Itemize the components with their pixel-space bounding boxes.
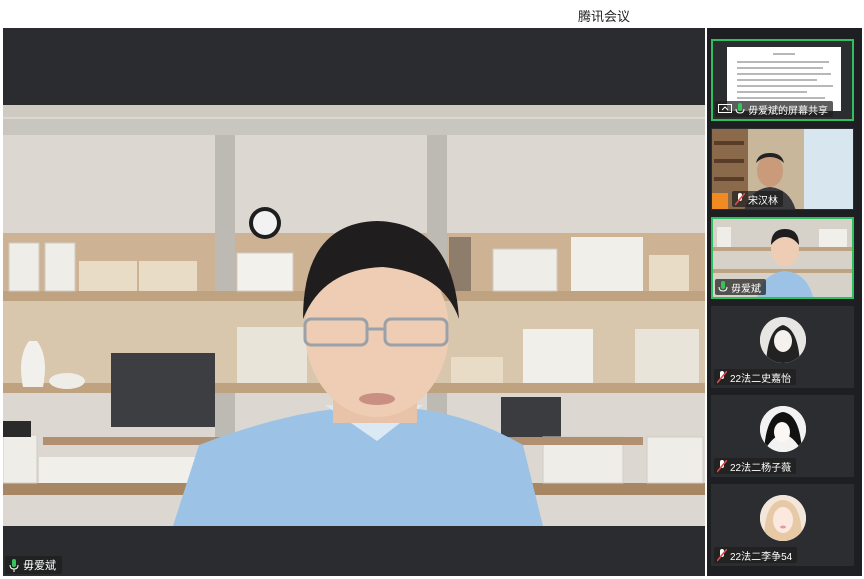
avatar [759,406,806,452]
main-video-stage[interactable]: 毋爱斌 [3,28,705,576]
participant-tile-video[interactable]: 宋汉林 [711,128,854,210]
microphone-muted-icon [735,192,745,206]
participant-sidebar[interactable]: 毋爱斌的屏幕共享 宋汉林 毋爱斌 22法二史嘉怡 22法二杨子薇 22法二李争5… [707,28,862,576]
microphone-muted-icon [717,459,727,473]
avatar [759,495,806,541]
app-title: 腾讯会议 [578,9,631,24]
participant-label: 22法二杨子薇 [714,458,797,474]
speaker-name-label: 毋爱斌 [5,556,62,574]
screen-share-icon [718,104,732,113]
title-bar: 腾讯会议 [0,0,864,28]
microphone-muted-icon [717,370,727,384]
participant-name: 22法二杨子薇 [730,462,792,474]
participant-label: 毋爱斌的屏幕共享 [715,101,833,117]
participant-label: 宋汉林 [732,191,783,207]
microphone-icon [9,558,19,572]
speaker-video [3,105,705,526]
microphone-icon [735,102,745,114]
participant-name: 毋爱斌 [731,283,761,295]
participant-label: 22法二史嘉怡 [714,369,797,385]
participant-name: 22法二李争54 [730,551,793,563]
microphone-icon [718,280,728,292]
participant-tile-video[interactable]: 毋爱斌 [711,217,854,299]
user-icon [712,193,728,209]
participant-tile-avatar[interactable]: 22法二史嘉怡 [711,306,854,388]
microphone-muted-icon [717,548,727,562]
participant-tile-avatar[interactable]: 22法二杨子薇 [711,395,854,477]
speaker-name: 毋爱斌 [23,560,56,572]
participant-tile-screen-share[interactable]: 毋爱斌的屏幕共享 [711,39,854,121]
participant-tile-avatar[interactable]: 22法二李争54 [711,484,854,566]
participant-label: 22法二李争54 [714,547,798,563]
participant-name: 毋爱斌的屏幕共享 [748,105,828,117]
participant-name: 22法二史嘉怡 [730,373,792,385]
participant-label: 毋爱斌 [715,279,766,295]
participant-name: 宋汉林 [748,195,778,207]
avatar [759,317,806,363]
